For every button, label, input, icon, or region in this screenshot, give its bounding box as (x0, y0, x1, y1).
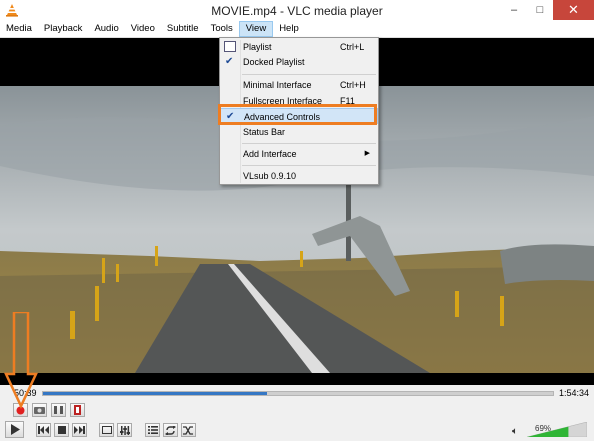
menu-subtitle[interactable]: Subtitle (161, 21, 205, 37)
playback-controls: 50:39 1:54:34 🔈︎ 69% (0, 385, 594, 441)
playlist-icon (147, 426, 158, 434)
fullscreen-button[interactable] (99, 423, 114, 437)
playlist-icon (224, 41, 236, 52)
title-bar: MOVIE.mp4 - VLC media player – □ ✕ (0, 0, 594, 21)
equalizer-icon (119, 425, 130, 435)
loop-ab-icon (54, 406, 63, 414)
total-time: 1:54:34 (559, 388, 590, 398)
volume-percent: 69% (535, 424, 552, 433)
view-menu-minimal-interface[interactable]: Minimal Interface Ctrl+H (220, 77, 378, 93)
annotation-arrow (4, 312, 38, 409)
annotation-highlight-box (218, 104, 377, 125)
loop-button[interactable] (163, 423, 178, 437)
menu-audio[interactable]: Audio (88, 21, 124, 37)
stop-button[interactable] (54, 423, 69, 437)
close-button[interactable]: ✕ (553, 0, 594, 20)
loop-icon (165, 425, 176, 435)
view-menu-vlsub[interactable]: VLsub 0.9.10 (220, 168, 378, 184)
minimize-button[interactable]: – (501, 0, 527, 20)
view-menu-playlist[interactable]: Playlist Ctrl+L (220, 39, 378, 55)
previous-icon (38, 426, 49, 434)
view-menu-add-interface[interactable]: Add Interface ▶ (220, 146, 378, 162)
speaker-icon[interactable]: 🔈︎ (512, 426, 518, 437)
view-menu-status-bar[interactable]: Status Bar (220, 124, 378, 140)
stop-icon (57, 426, 66, 434)
menu-view[interactable]: View (238, 21, 274, 37)
menu-separator (242, 165, 376, 166)
next-icon (74, 426, 85, 434)
menu-help[interactable]: Help (273, 21, 305, 37)
menu-media[interactable]: Media (0, 21, 38, 37)
frame-step-icon (74, 405, 81, 415)
loop-ab-button[interactable] (51, 403, 66, 417)
seek-progress (43, 392, 268, 395)
extended-settings-button[interactable] (117, 423, 132, 437)
checkmark-icon: ✔ (225, 56, 234, 67)
fullscreen-icon (101, 426, 112, 434)
menu-playback[interactable]: Playback (38, 21, 89, 37)
play-icon (10, 424, 20, 435)
menu-bar: Media Playback Audio Video Subtitle Tool… (0, 21, 594, 38)
frame-step-button[interactable] (70, 403, 85, 417)
play-button[interactable] (5, 421, 24, 438)
seek-slider[interactable] (42, 391, 554, 396)
next-button[interactable] (72, 423, 87, 437)
submenu-arrow-icon: ▶ (364, 150, 370, 157)
playlist-toggle-button[interactable] (145, 423, 160, 437)
shuffle-button[interactable] (181, 423, 196, 437)
menu-separator (242, 74, 376, 75)
menu-tools[interactable]: Tools (205, 21, 239, 37)
menu-video[interactable]: Video (125, 21, 161, 37)
shuffle-icon (183, 425, 193, 435)
previous-button[interactable] (36, 423, 51, 437)
view-menu-docked-playlist[interactable]: ✔ Docked Playlist (220, 54, 378, 70)
maximize-button[interactable]: □ (527, 0, 553, 20)
menu-separator (242, 143, 376, 144)
